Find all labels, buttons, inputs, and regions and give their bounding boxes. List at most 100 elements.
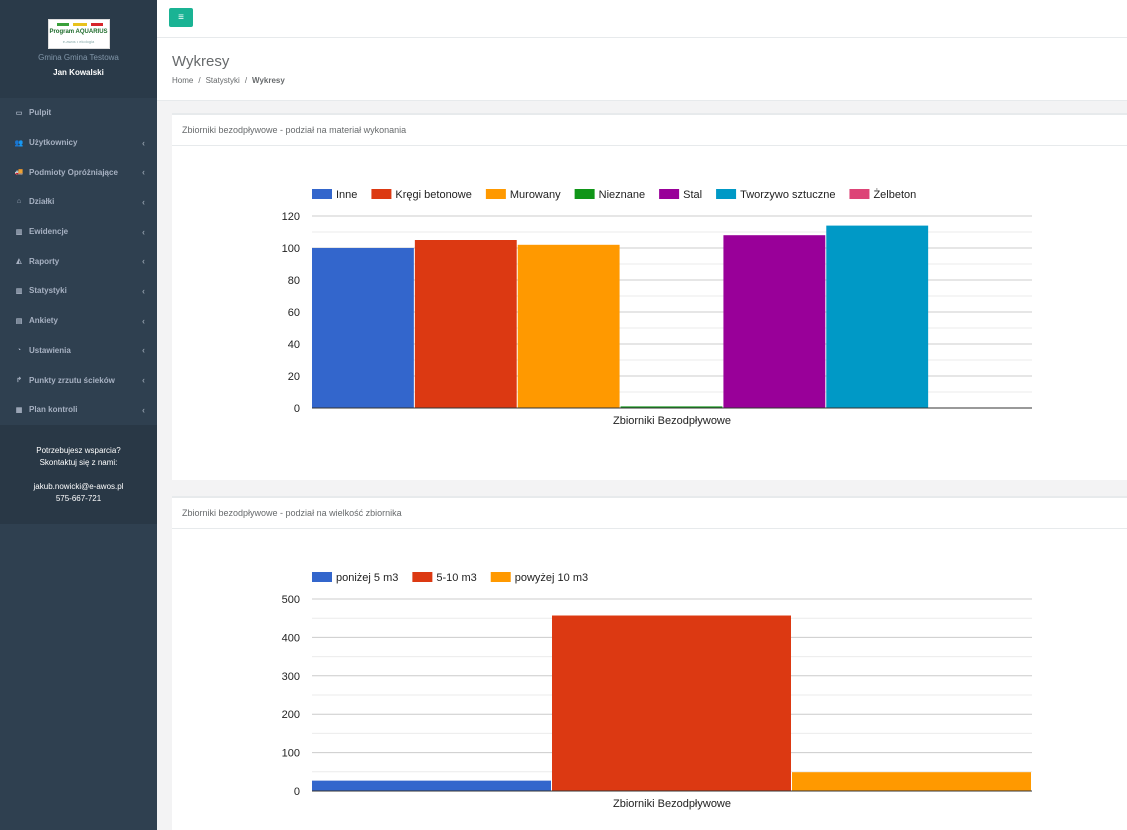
chart-panel-material: Zbiorniki bezodpływowe - podział na mate… [172, 113, 1127, 480]
logo-subtext: e-awos • ekologia [62, 39, 95, 44]
legend-swatch-4 [659, 189, 680, 199]
bar-chart-icon: ▥ [15, 228, 23, 236]
hamburger-icon: ≡ [178, 12, 184, 23]
bar-1 [414, 240, 517, 408]
bar-0 [312, 780, 551, 791]
chart-material: 0 20 40 60 80 100 120 Zbiorniki Bezodpływowe Inn… [282, 188, 1032, 427]
bar-2 [792, 772, 1031, 791]
sidebar-item-label: Działki [29, 197, 55, 207]
legend-label-2: Murowany [510, 189, 561, 201]
chevron-left-icon: ‹ [142, 315, 145, 326]
legend-swatch-6 [849, 189, 870, 199]
y-tick-label: 0 [294, 786, 300, 798]
legend-label-4: Stal [683, 189, 702, 201]
y-tick-label: 0 [294, 403, 300, 415]
support-email[interactable]: jakub.nowicki@e-awos.pl [0, 481, 157, 493]
chart-panel-size: Zbiorniki bezodpływowe - podział na wiel… [172, 496, 1127, 830]
sidebar-item-label: Ustawienia [29, 345, 71, 355]
y-tick-label: 80 [288, 275, 300, 287]
sidebar-item-3[interactable]: ⌂ Działki ‹ [0, 187, 157, 217]
sidebar-item-7[interactable]: ▤ Ankiety ‹ [0, 306, 157, 336]
bar-1 [552, 615, 791, 791]
file-icon: ▤ [15, 317, 23, 325]
logo-text: Program AQUARIUS [49, 29, 108, 35]
legend-swatch-0 [312, 189, 332, 199]
support-heading: Potrzebujesz wsparcia? [36, 446, 121, 455]
sidebar-item-label: Użytkownicy [29, 138, 78, 148]
sidebar-item-10[interactable]: ▦ Plan kontroli ‹ [0, 395, 157, 425]
sidebar-item-9[interactable]: ↱ Punkty zrzutu ścieków ‹ [0, 365, 157, 395]
app-logo[interactable]: Program AQUARIUS e-awos • ekologia [47, 19, 110, 49]
sidebar-item-label: Punkty zrzutu ścieków [29, 375, 115, 385]
sidebar-item-0[interactable]: ▭ Pulpit [0, 98, 157, 128]
page-heading: Wykresy Home / Statystyki / Wykresy [157, 38, 1127, 101]
sidebar-item-label: Ankiety [29, 316, 58, 326]
bar-4 [723, 235, 826, 408]
bar-0 [312, 248, 414, 408]
y-tick-label: 60 [288, 307, 300, 319]
home-icon: ⌂ [16, 198, 22, 206]
chevron-left-icon: ‹ [142, 256, 145, 267]
sidebar-menu: ▭ Pulpit 👥 Użytkownicy ‹ 🚚 Podmioty Opróżniają… [0, 98, 157, 425]
chevron-left-icon: ‹ [142, 226, 145, 237]
bar-5 [826, 225, 929, 408]
y-tick-label: 40 [288, 339, 300, 351]
y-tick-label: 120 [282, 211, 300, 223]
y-tick-label: 100 [282, 748, 300, 760]
legend-swatch-0 [312, 572, 332, 582]
chevron-left-icon: ‹ [142, 404, 145, 415]
sidebar-item-label: Raporty [29, 256, 60, 266]
top-navbar: ≡ [157, 0, 1127, 38]
calendar-icon: ▦ [15, 406, 23, 414]
municipality-name: Gmina Gmina Testowa [38, 53, 119, 62]
sidebar-item-5[interactable]: ◭ Raporty ‹ [0, 246, 157, 276]
chart-container: 0 100 200 300 400 500 Zbiorniki Bezodpływowe po… [172, 529, 1127, 830]
legend-label-3: Nieznane [599, 189, 645, 201]
chart-container: 0 20 40 60 80 100 120 Zbiorniki Bezodpływowe Inn… [172, 146, 1127, 480]
y-tick-label: 400 [282, 632, 300, 644]
users-icon: 👥 [14, 139, 24, 147]
legend-swatch-2 [485, 189, 506, 199]
chevron-left-icon: ‹ [142, 375, 145, 386]
chevron-left-icon: ‹ [142, 285, 145, 296]
sidebar-item-label: Ewidencje [29, 227, 69, 237]
y-tick-label: 100 [282, 243, 300, 255]
sidebar-item-label: Plan kontroli [29, 405, 78, 415]
y-tick-label: 300 [282, 671, 300, 683]
chevron-left-icon: ‹ [142, 345, 145, 356]
breadcrumb-current: Wykresy [252, 76, 285, 85]
chart-size: 0 100 200 300 400 500 Zbiorniki Bezodpływowe po… [282, 572, 1032, 810]
breadcrumb-home[interactable]: Home [172, 76, 193, 85]
sidebar-item-label: Pulpit [29, 108, 52, 118]
legend-swatch-5 [716, 189, 737, 199]
logo-stripe-green [56, 23, 69, 26]
x-category-label: Zbiorniki Bezodpływowe [613, 415, 731, 427]
panel-title: Zbiorniki bezodpływowe - podział na mate… [172, 115, 1127, 146]
sidebar-item-label: Statystyki [29, 286, 67, 296]
chevron-left-icon: ‹ [142, 196, 145, 207]
sidebar-item-6[interactable]: ▥ Statystyki ‹ [0, 276, 157, 306]
hamburger-menu-button[interactable]: ≡ [169, 8, 193, 27]
breadcrumb-statystyki[interactable]: Statystyki [206, 76, 240, 85]
legend-swatch-1 [412, 572, 433, 582]
user-name[interactable]: Jan Kowalski [0, 68, 157, 77]
y-tick-label: 200 [282, 709, 300, 721]
sidebar-item-4[interactable]: ▥ Ewidencje ‹ [0, 217, 157, 247]
sidebar: Program AQUARIUS e-awos • ekologia Gmina… [0, 0, 157, 830]
sidebar-item-label: Podmioty Opróżniające [29, 167, 118, 177]
desktop-icon: ▭ [15, 109, 23, 117]
sidebar-item-1[interactable]: 👥 Użytkownicy ‹ [0, 128, 157, 158]
legend-label-1: 5-10 m3 [436, 572, 476, 584]
panel-title: Zbiorniki bezodpływowe - podział na wiel… [172, 498, 1127, 529]
sidebar-item-8[interactable]: ◔ Ustawienia ‹ [0, 336, 157, 366]
legend-label-6: Żelbeton [873, 188, 916, 201]
x-category-label: Zbiorniki Bezodpływowe [613, 798, 731, 810]
sidebar-header: Program AQUARIUS e-awos • ekologia Gmina… [0, 0, 157, 98]
sidebar-item-2[interactable]: 🚚 Podmioty Opróżniające ‹ [0, 157, 157, 187]
bar-chart-icon: ▥ [15, 287, 23, 295]
bar-2 [517, 244, 620, 408]
support-box: Potrzebujesz wsparcia? Skontaktuj się z … [0, 425, 157, 524]
support-subheading: Skontaktuj się z nami: [39, 458, 118, 467]
truck-icon: 🚚 [14, 169, 24, 177]
page-title: Wykresy [172, 53, 230, 70]
